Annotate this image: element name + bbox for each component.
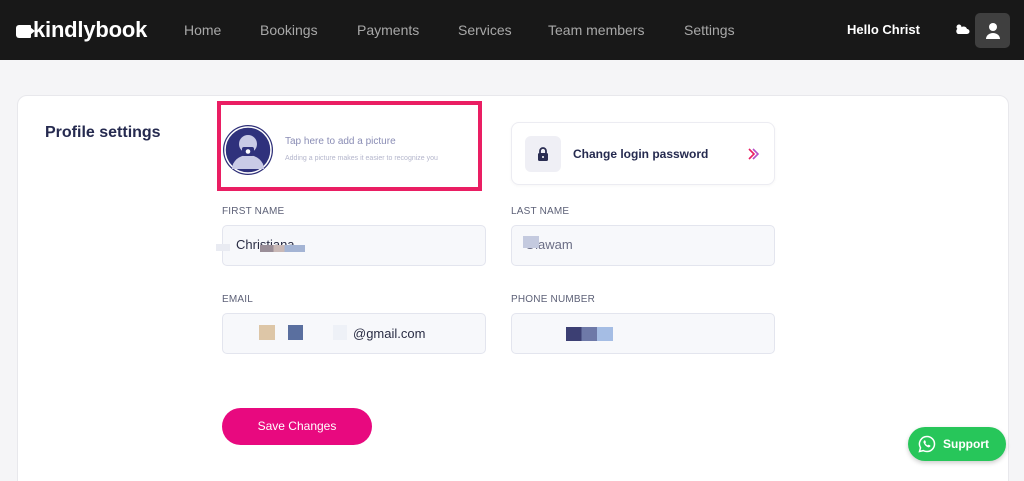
nav-item-settings[interactable]: Settings [684, 21, 735, 39]
whatsapp-icon [918, 435, 936, 453]
nav-item-team-members[interactable]: Team members [548, 21, 644, 39]
redaction-overlay [288, 325, 303, 340]
user-greeting: Hello Christ [847, 22, 920, 37]
first-name-field[interactable]: Christiana [222, 225, 486, 266]
save-changes-button[interactable]: Save Changes [222, 408, 372, 445]
phone-number-label: PHONE NUMBER [511, 294, 596, 305]
nav-item-home[interactable]: Home [184, 21, 221, 39]
redaction-overlay [216, 244, 230, 251]
brand-name: kindlybook [33, 17, 148, 42]
redaction-overlay [259, 325, 275, 340]
user-icon [985, 22, 1000, 39]
nav-item-services[interactable]: Services [458, 21, 512, 39]
change-password-label: Change login password [573, 147, 709, 161]
add-picture-subtitle: Adding a picture makes it easier to reco… [285, 155, 438, 162]
logo-mark-icon [16, 24, 35, 38]
user-menu-button[interactable] [975, 13, 1010, 48]
change-password-button[interactable]: Change login password [511, 122, 775, 185]
nav-item-bookings[interactable]: Bookings [260, 21, 318, 39]
redaction-overlay [260, 245, 305, 252]
email-value: @gmail.com [353, 326, 426, 341]
add-picture-title: Tap here to add a picture [285, 136, 396, 147]
last-name-field[interactable]: Olawam [511, 225, 775, 266]
phone-number-field[interactable] [511, 313, 775, 354]
support-button[interactable]: Support [908, 427, 1006, 461]
email-field[interactable]: @gmail.com [222, 313, 486, 354]
avatar [223, 125, 273, 175]
email-label: EMAIL [222, 294, 254, 305]
support-label: Support [943, 437, 989, 451]
lock-icon-container [525, 136, 561, 172]
cloud-sun-icon [956, 24, 970, 34]
redaction-overlay [566, 327, 613, 341]
add-picture-area[interactable]: Tap here to add a picture Adding a pictu… [217, 101, 482, 191]
lock-icon [538, 147, 548, 161]
brand-logo[interactable]: kindlybook [16, 16, 147, 44]
last-name-label: LAST NAME [511, 206, 570, 217]
first-name-label: FIRST NAME [222, 206, 285, 217]
page-title: Profile settings [45, 124, 161, 141]
chevron-right-icon [748, 148, 760, 160]
avatar-placeholder-icon [224, 126, 272, 174]
nav-item-payments[interactable]: Payments [357, 21, 419, 39]
redaction-overlay [523, 236, 539, 248]
top-navbar: kindlybook Home Bookings Payments Servic… [0, 0, 1024, 60]
redaction-overlay [333, 325, 347, 340]
